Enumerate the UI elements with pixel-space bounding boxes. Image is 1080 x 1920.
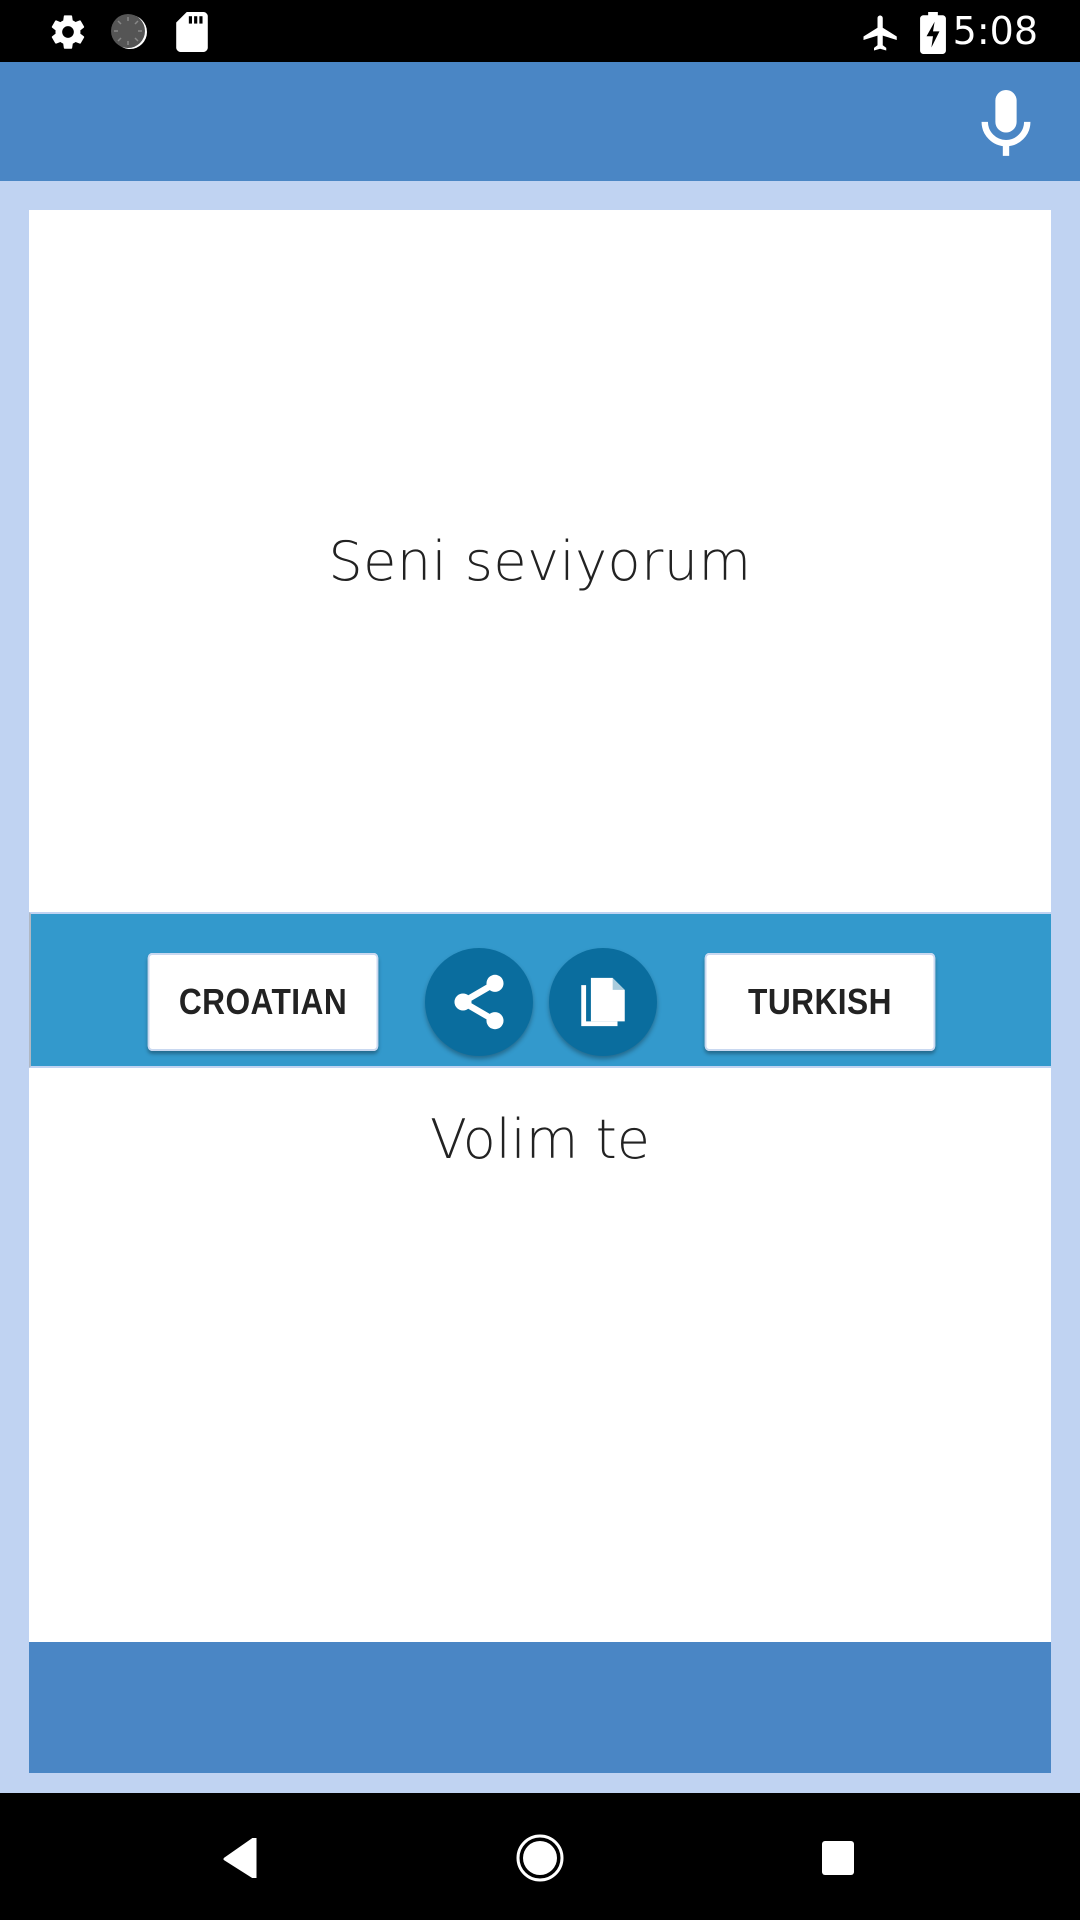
copy-button[interactable] (549, 948, 657, 1056)
source-text-area[interactable]: Seni seviyorum (29, 210, 1051, 912)
status-time: 5:08 (952, 9, 1038, 53)
home-icon (516, 1834, 564, 1882)
source-text: Seni seviyorum (328, 529, 752, 593)
microphone-icon (981, 90, 1031, 156)
battery-charging-icon (920, 12, 946, 59)
share-icon (454, 974, 504, 1030)
copy-icon (581, 977, 625, 1027)
translation-toolbar: CROATIAN TURKISH (29, 912, 1051, 1068)
sync-circle-icon (109, 12, 149, 57)
share-button[interactable] (425, 948, 533, 1056)
home-button[interactable] (505, 1823, 575, 1893)
airplane-mode-icon (860, 12, 902, 59)
translated-text: Volim te (430, 1108, 650, 1171)
source-language-button[interactable]: CROATIAN (147, 953, 379, 1051)
bottom-banner (29, 1642, 1051, 1773)
target-language-button[interactable]: TURKISH (704, 953, 936, 1051)
back-icon (223, 1838, 257, 1878)
back-button[interactable] (206, 1823, 276, 1893)
status-bar: 5:08 (0, 0, 1080, 62)
sd-card-icon (174, 12, 210, 57)
translation-output-area: Volim te (29, 1068, 1051, 1642)
recents-icon (822, 1841, 854, 1875)
recents-button[interactable] (803, 1823, 873, 1893)
app-bar (0, 62, 1080, 181)
microphone-button[interactable] (976, 90, 1036, 158)
main-content: Seni seviyorum CROATIAN TURKISH Volim te (0, 181, 1080, 1793)
navigation-bar (0, 1793, 1080, 1920)
gear-icon (48, 12, 88, 57)
